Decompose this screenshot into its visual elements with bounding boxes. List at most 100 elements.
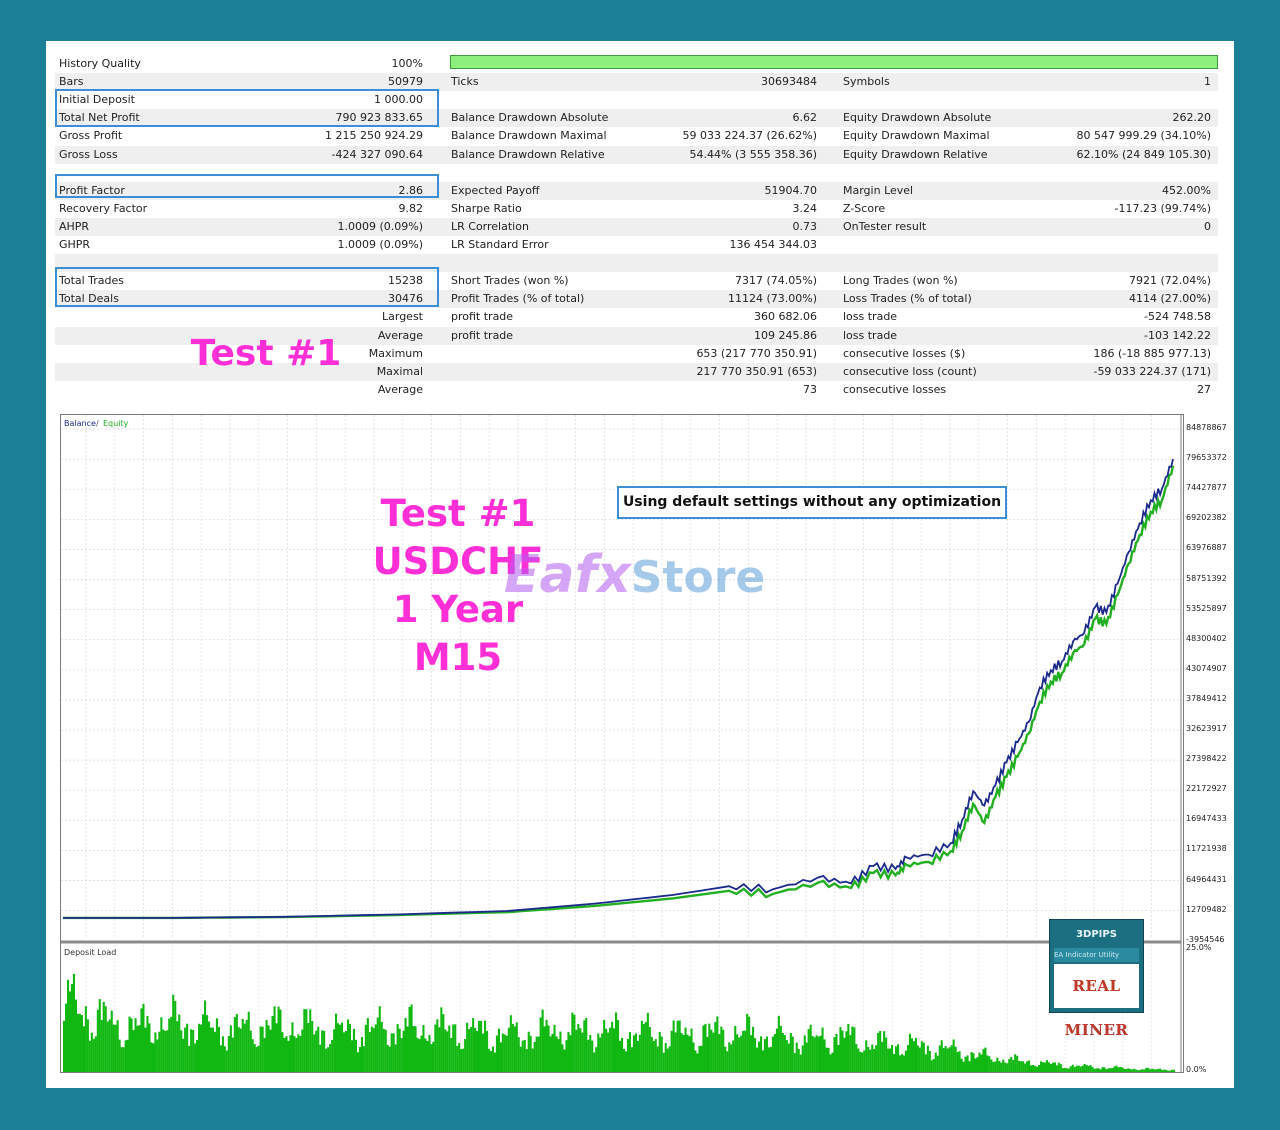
deposit-load-bar [960,1058,963,1072]
deposit-load-bar [585,1017,588,1072]
deposit-load-bar [966,1055,969,1072]
deposit-load-bar [122,1047,125,1072]
deposit-load-bar [474,1027,477,1072]
stat-value: 109 245.86 [754,328,817,342]
deposit-load-bar [180,1030,183,1072]
stat-label: Symbols [843,75,890,89]
deposit-load-bar [613,1028,616,1072]
deposit-load-bar [90,1032,93,1072]
deposit-load-bar [188,1045,191,1072]
deposit-load-bar [1129,1069,1132,1072]
deposit-load-bar [321,1030,324,1072]
deposit-load-bar [154,1032,157,1072]
deposit-load-bar [652,1041,655,1072]
deposit-load-bar [156,1039,159,1072]
deposit-load-bar [1053,1062,1056,1072]
deposit-load-bar [726,1051,729,1072]
deposit-load-bar [535,1036,538,1072]
deposit-load-bar [484,1020,487,1072]
stat-value: 0 [1204,219,1211,233]
deposit-load-bar [114,1024,117,1072]
deposit-load-bar [315,1030,318,1072]
deposit-load-bar [444,1029,447,1072]
deposit-load-bar [624,1051,627,1072]
deposit-load-bar [688,1036,691,1072]
deposit-load-bar [833,1037,836,1072]
deposit-load-bar [345,1031,348,1072]
deposit-load-bar [889,1048,892,1072]
deposit-load-bar [517,1037,520,1072]
deposit-y-tick-label: 25.0% [1186,943,1212,952]
deposit-load-bar [398,1028,401,1072]
deposit-load-bar [950,1045,953,1072]
deposit-load-bar [928,1051,931,1072]
deposit-load-bar [990,1059,993,1072]
deposit-load-bar [1043,1062,1046,1072]
deposit-load-bar [1167,1070,1170,1072]
deposit-load-bar [491,1046,494,1072]
badge-product-text: REAL MINER [1064,977,1129,1039]
stat-value: 73 [803,382,817,396]
deposit-load-bar [944,1046,947,1072]
watermark-eafx: Eafx [504,545,631,605]
deposit-load-bar [634,1033,637,1072]
stat-label: consecutive losses ($) [843,346,966,360]
deposit-load-bar [323,1030,326,1072]
deposit-load-bar [795,1042,798,1072]
deposit-load-bar [281,1032,284,1072]
deposit-load-bar [716,1016,719,1072]
stat-value: 3.24 [792,201,818,215]
deposit-load-bar [231,1037,234,1072]
stat-label: Ticks [451,75,479,89]
stats-row: Average 73 consecutive losses 27 [55,381,1218,399]
deposit-load-bar [1107,1068,1110,1072]
deposit-load-bar [1077,1065,1080,1072]
y-tick-label: 11721938 [1186,844,1227,854]
deposit-load-bar [920,1041,923,1072]
deposit-load-bar [513,1026,516,1072]
deposit-load-bar [746,1013,749,1072]
deposit-load-bar [170,1016,173,1072]
product-badge: 3DPIPS EA Indicator Utility REAL MINER [1049,919,1144,1039]
deposit-load-bar [341,1022,344,1072]
deposit-load-bar [841,1030,844,1072]
deposit-load-bar [906,1045,909,1072]
deposit-load-bar [275,1023,278,1072]
deposit-load-bar [557,1039,560,1072]
center-line-4: M15 [413,636,503,679]
deposit-load-bar [305,1009,308,1072]
deposit-load-bar [694,1050,697,1072]
deposit-load-bar [259,1026,262,1072]
deposit-load-bar [215,1018,218,1072]
deposit-load-bar [837,1045,840,1072]
deposit-load-bar [970,1052,973,1072]
deposit-load-bar [879,1031,882,1072]
deposit-load-bar [430,1044,433,1072]
stat-value: 30693484 [761,75,817,89]
deposit-load-bar [1093,1068,1096,1072]
deposit-load-bar [261,1026,264,1072]
deposit-load-bar [1059,1064,1062,1072]
y-tick-label: 58751392 [1186,573,1227,583]
deposit-load-bar [1014,1054,1017,1072]
deposit-load-bar [756,1047,759,1072]
deposit-load-bar [1131,1069,1134,1072]
deposit-load-bar [225,1050,228,1072]
deposit-load-bar [871,1044,874,1072]
deposit-load-bar [617,1020,620,1072]
deposit-load-bar [1040,1061,1043,1072]
deposit-load-bar [700,1045,703,1072]
deposit-load-bar [765,1036,768,1072]
deposit-load-bar [714,1022,717,1072]
stat-label: Bars [59,75,84,89]
deposit-load-bar [996,1057,999,1072]
deposit-load-bar [470,1027,473,1072]
deposit-load-bar [696,1053,699,1072]
deposit-load-bar [773,1034,776,1072]
deposit-load-bar [368,1032,371,1072]
deposit-load-bar [962,1061,965,1072]
deposit-load-bar [1143,1069,1146,1072]
deposit-load-bar [148,1023,151,1072]
deposit-load-bar [192,1030,195,1072]
deposit-load-bar [442,1014,445,1072]
